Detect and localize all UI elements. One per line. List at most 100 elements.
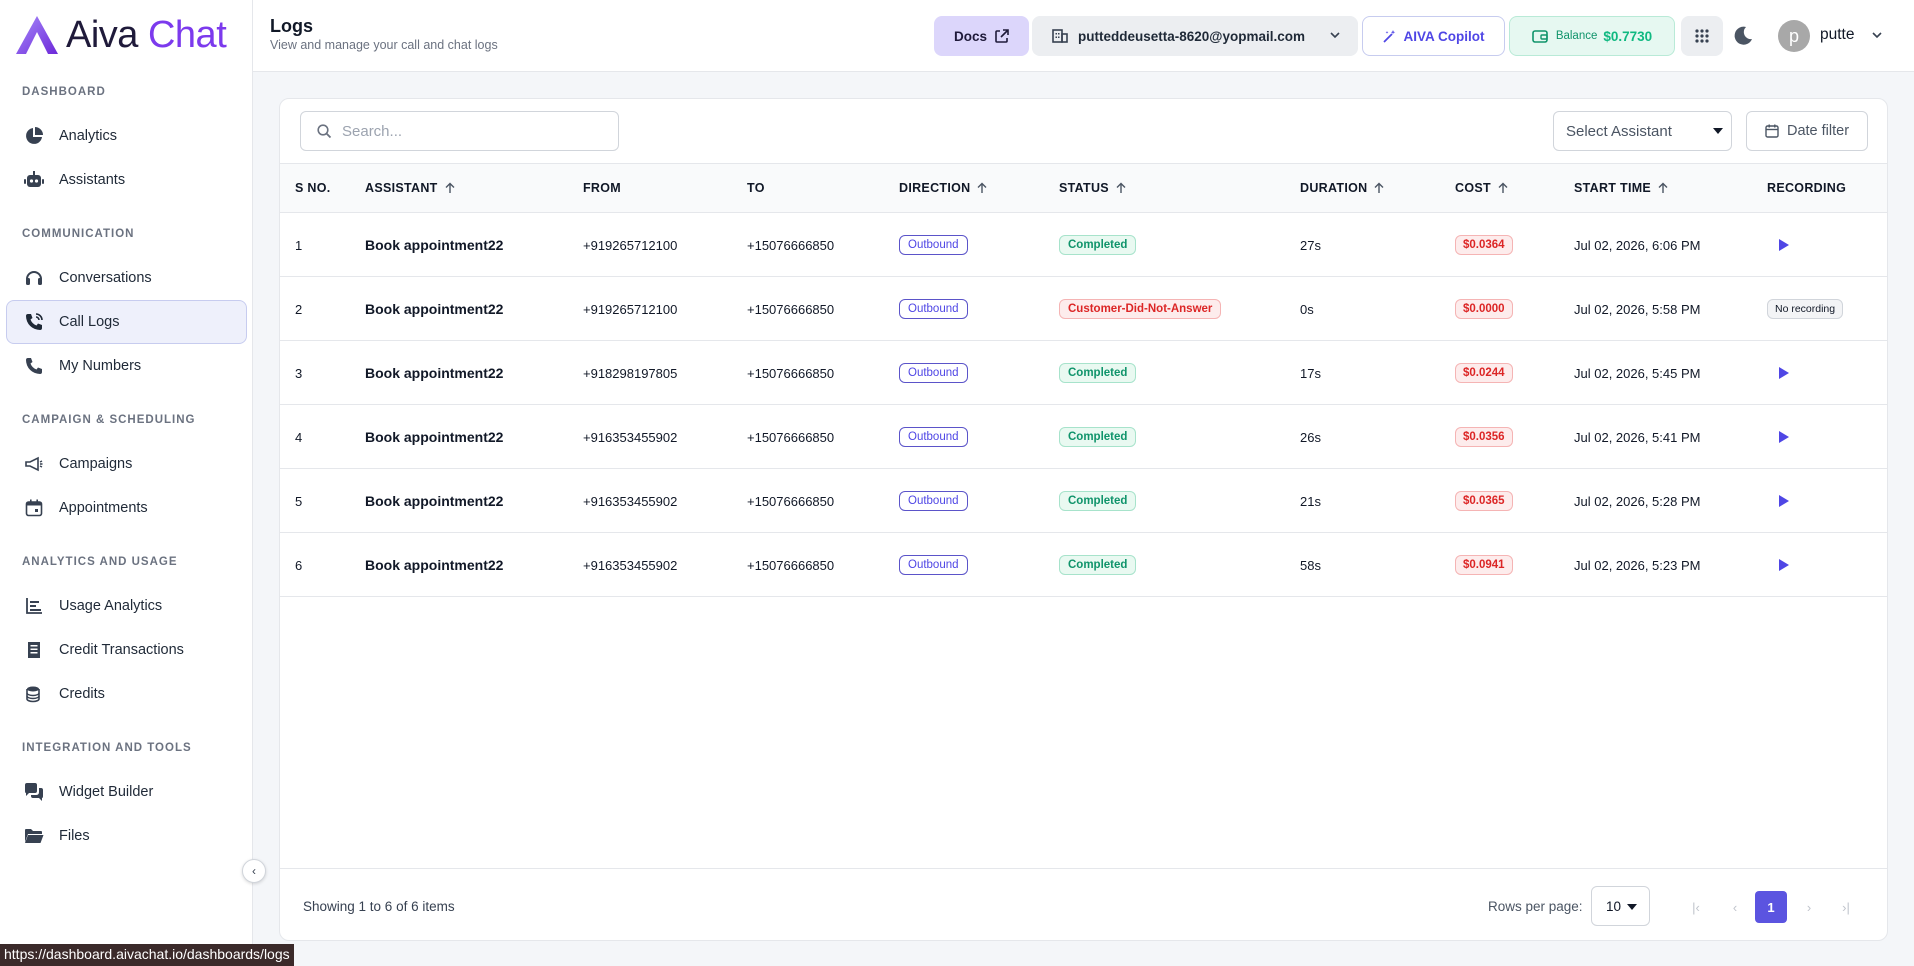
direction-badge: Outbound: [899, 491, 968, 511]
chevron-down-icon[interactable]: [1870, 28, 1884, 42]
table-row[interactable]: 1 Book appointment22 +919265712100 +1507666…: [280, 213, 1887, 277]
sidebar-item-label: My Numbers: [59, 358, 142, 374]
table-row[interactable]: 6 Book appointment22 +916353455902 +1507666…: [280, 533, 1887, 597]
dark-mode-toggle-icon[interactable]: [1731, 24, 1755, 48]
cell-cost: $0.0941: [1455, 533, 1513, 597]
sidebar-item-conversations[interactable]: Conversations: [6, 256, 247, 300]
status-badge: Customer-Did-Not-Answer: [1059, 299, 1222, 319]
aiva-copilot-button[interactable]: AIVA Copilot: [1362, 16, 1505, 56]
play-icon[interactable]: [1779, 559, 1789, 571]
sidebar-item-usage-analytics[interactable]: Usage Analytics: [6, 584, 247, 628]
wallet-icon: [1532, 30, 1548, 43]
phone-call-icon: [23, 311, 45, 333]
cell-direction: Outbound: [899, 213, 968, 277]
username[interactable]: putte: [1820, 26, 1854, 44]
column-header-sno: S NO.: [295, 181, 331, 195]
sidebar-item-widget-builder[interactable]: Widget Builder: [6, 770, 247, 814]
cell-status: Completed: [1059, 533, 1137, 597]
sidebar-item-files[interactable]: Files: [6, 814, 247, 858]
column-header-direction[interactable]: DIRECTION: [899, 181, 988, 195]
sidebar-item-analytics[interactable]: Analytics: [6, 114, 247, 158]
cell-duration: 27s: [1300, 237, 1321, 253]
cell-sno: 3: [295, 365, 303, 381]
brand-logo[interactable]: Aiva Chat: [14, 14, 227, 56]
table-row[interactable]: 2 Book appointment22 +919265712100 +1507666…: [280, 277, 1887, 341]
cell-assistant: Book appointment22: [365, 237, 504, 253]
status-badge: Completed: [1059, 491, 1137, 511]
column-header-duration[interactable]: DURATION: [1300, 181, 1385, 195]
direction-badge: Outbound: [899, 235, 968, 255]
table-row[interactable]: 4 Book appointment22 +916353455902 +1507666…: [280, 405, 1887, 469]
sidebar-item-label: Widget Builder: [59, 784, 154, 800]
cell-duration: 58s: [1300, 557, 1321, 573]
cell-sno: 4: [295, 429, 303, 445]
chevron-down-icon: [1330, 32, 1340, 39]
sidebar-item-label: Call Logs: [59, 314, 120, 330]
column-header-assistant[interactable]: ASSISTANT: [365, 181, 456, 195]
play-icon[interactable]: [1779, 239, 1789, 251]
sort-arrow-icon: [1116, 182, 1126, 193]
cell-to: +15076666850: [747, 493, 835, 509]
sidebar-item-campaigns[interactable]: Campaigns: [6, 442, 247, 486]
sidebar-nav: DASHBOARD Analytics Assistants COMMUNICA…: [0, 72, 253, 858]
column-header-status[interactable]: STATUS: [1059, 181, 1127, 195]
column-header-start-time[interactable]: START TIME: [1574, 181, 1669, 195]
select-assistant-dropdown[interactable]: Select Assistant: [1553, 111, 1732, 151]
prev-page-button[interactable]: ‹: [1719, 891, 1751, 923]
cell-status: Customer-Did-Not-Answer: [1059, 277, 1222, 341]
column-header-from: FROM: [583, 181, 621, 195]
search-box[interactable]: [300, 111, 619, 151]
last-page-button[interactable]: ›|: [1830, 891, 1862, 923]
play-icon[interactable]: [1779, 495, 1789, 507]
avatar[interactable]: p: [1778, 20, 1810, 52]
date-filter-label: Date filter: [1786, 123, 1850, 139]
apps-grid-button[interactable]: [1681, 16, 1723, 56]
cell-start-time: Jul 02, 2026, 5:41 PM: [1574, 429, 1701, 445]
cost-badge: $0.0365: [1455, 491, 1513, 511]
first-page-button[interactable]: |‹: [1680, 891, 1712, 923]
cell-recording: [1767, 213, 1789, 277]
play-icon[interactable]: [1779, 431, 1789, 443]
rows-per-page-select[interactable]: 10: [1591, 886, 1650, 926]
search-input[interactable]: [342, 122, 602, 140]
balance-button[interactable]: Balance $0.7730: [1509, 16, 1675, 56]
phone-icon: [23, 355, 45, 377]
sidebar-item-label: Assistants: [59, 172, 126, 188]
date-filter-button[interactable]: Date filter: [1746, 111, 1868, 151]
chevron-left-icon: ‹: [1732, 899, 1738, 915]
page-1-button[interactable]: 1: [1755, 891, 1787, 923]
play-icon[interactable]: [1779, 367, 1789, 379]
rows-per-page-value: 10: [1606, 898, 1622, 914]
cost-badge: $0.0941: [1455, 555, 1513, 575]
cell-direction: Outbound: [899, 469, 968, 533]
no-recording-badge: No recording: [1767, 299, 1844, 319]
sidebar-item-appointments[interactable]: Appointments: [6, 486, 247, 530]
sidebar-item-credit-transactions[interactable]: Credit Transactions: [6, 628, 247, 672]
column-header-cost[interactable]: COST: [1455, 181, 1509, 195]
cell-from: +916353455902: [583, 493, 678, 509]
next-page-button[interactable]: ›: [1793, 891, 1825, 923]
sidebar-collapse-button[interactable]: ‹: [242, 859, 266, 883]
cost-badge: $0.0364: [1455, 235, 1513, 255]
sidebar-item-my-numbers[interactable]: My Numbers: [6, 344, 247, 388]
cell-status: Completed: [1059, 341, 1137, 405]
cell-from: +916353455902: [583, 557, 678, 573]
cell-assistant: Book appointment22: [365, 557, 504, 573]
cell-to: +15076666850: [747, 557, 835, 573]
sidebar-item-credits[interactable]: Credits: [6, 672, 247, 716]
account-selector[interactable]: putteddeusetta-8620@yopmail.com: [1032, 16, 1358, 56]
coins-icon: [23, 683, 45, 705]
sidebar-item-assistants[interactable]: Assistants: [6, 158, 247, 202]
table-row[interactable]: 5 Book appointment22 +916353455902 +1507666…: [280, 469, 1887, 533]
table-row[interactable]: 3 Book appointment22 +918298197805 +1507666…: [280, 341, 1887, 405]
direction-badge: Outbound: [899, 427, 968, 447]
cell-cost: $0.0244: [1455, 341, 1513, 405]
sidebar-item-label: Campaigns: [59, 456, 133, 472]
cell-sno: 1: [295, 237, 303, 253]
chat-bubbles-icon: [23, 781, 45, 803]
status-badge: Completed: [1059, 427, 1137, 447]
docs-button[interactable]: Docs: [934, 16, 1029, 56]
cell-assistant: Book appointment22: [365, 429, 504, 445]
sidebar-item-call-logs[interactable]: Call Logs: [6, 300, 247, 344]
receipt-icon: [23, 639, 45, 661]
